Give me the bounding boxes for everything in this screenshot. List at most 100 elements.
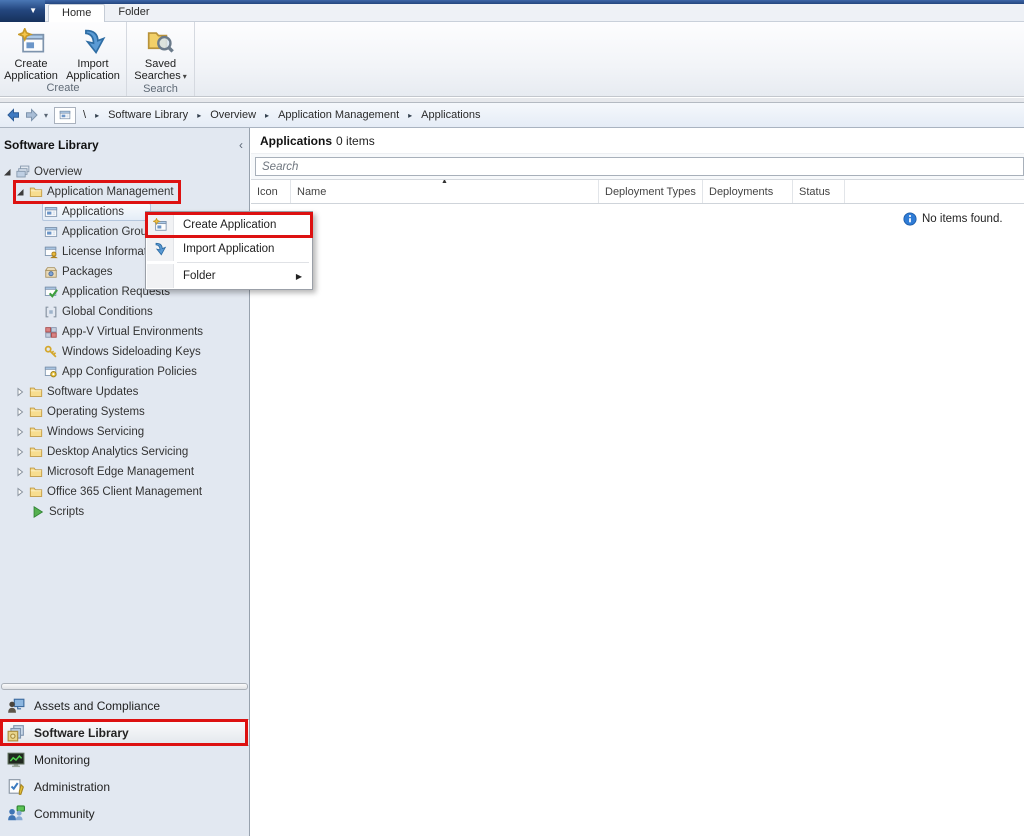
pane-title: Software Library bbox=[4, 138, 239, 152]
sort-ascending-icon: ▲ bbox=[441, 180, 448, 185]
application-icon bbox=[44, 205, 58, 219]
tree-item-office-365-client-management[interactable]: Office 365 Client Management bbox=[0, 482, 249, 502]
application-request-icon bbox=[44, 285, 58, 299]
assets-and-compliance-icon bbox=[7, 697, 25, 715]
results-count: 0 items bbox=[336, 134, 375, 148]
expanded-arrow-icon[interactable] bbox=[15, 187, 25, 197]
tree-item-app-v-virtual-environments[interactable]: App-V Virtual Environments bbox=[0, 322, 249, 342]
tree-item-app-configuration-policies[interactable]: App Configuration Policies bbox=[0, 362, 249, 382]
menu-icon-gutter bbox=[147, 264, 174, 288]
create-application-button[interactable]: CreateApplication bbox=[0, 26, 62, 82]
folder-icon bbox=[29, 445, 43, 459]
ribbon-group-create: CreateApplication ImportApplication Crea… bbox=[0, 22, 127, 96]
global-conditions-icon bbox=[44, 305, 58, 319]
tab-home[interactable]: Home bbox=[48, 4, 105, 22]
license-icon bbox=[44, 245, 58, 259]
collapsed-arrow-icon[interactable] bbox=[15, 467, 25, 477]
column-header-deployment-types[interactable]: Deployment Types bbox=[599, 180, 703, 203]
breadcrumb-separator-icon: ▸ bbox=[265, 111, 269, 120]
tree-item-microsoft-edge-management[interactable]: Microsoft Edge Management bbox=[0, 462, 249, 482]
saved-searches-button[interactable]: Saved Searches▾ bbox=[130, 26, 192, 83]
ribbon-group-search: Saved Searches▾ Search bbox=[127, 22, 195, 96]
app-menu-caret-icon: ▼ bbox=[29, 7, 37, 15]
tree-item-application-management[interactable]: Application Management bbox=[0, 182, 249, 202]
breadcrumb-item-software-library[interactable]: Software Library bbox=[108, 109, 188, 121]
submenu-arrow-icon: ▶ bbox=[296, 272, 311, 281]
software-library-icon bbox=[7, 724, 25, 742]
workspace-administration[interactable]: Administration bbox=[0, 773, 249, 800]
workspace-nav: Assets and Compliance Software Library M… bbox=[0, 692, 249, 836]
collapsed-arrow-icon[interactable] bbox=[15, 387, 25, 397]
folder-icon bbox=[29, 405, 43, 419]
tree-item-windows-sideloading-keys[interactable]: Windows Sideloading Keys bbox=[0, 342, 249, 362]
app-v-icon bbox=[44, 325, 58, 339]
collapsed-arrow-icon[interactable] bbox=[15, 487, 25, 497]
column-header-icon[interactable]: Icon bbox=[251, 180, 291, 203]
column-header-status[interactable]: Status bbox=[793, 180, 845, 203]
tab-folder[interactable]: Folder bbox=[105, 4, 162, 22]
column-header-row: Icon ▲ Name Deployment Types Deployments… bbox=[251, 180, 1024, 204]
results-title: Applications bbox=[260, 134, 332, 148]
workspace-assets-and-compliance[interactable]: Assets and Compliance bbox=[0, 692, 249, 719]
column-header-deployments[interactable]: Deployments bbox=[703, 180, 793, 203]
breadcrumb-root[interactable]: \ bbox=[83, 109, 86, 121]
collapsed-arrow-icon[interactable] bbox=[15, 427, 25, 437]
pane-splitter-handle[interactable] bbox=[1, 683, 248, 690]
key-icon bbox=[44, 345, 58, 359]
tree-item-operating-systems[interactable]: Operating Systems bbox=[0, 402, 249, 422]
package-icon bbox=[44, 265, 58, 279]
folder-icon bbox=[29, 185, 43, 199]
monitoring-icon bbox=[7, 751, 25, 769]
tree-item-software-updates[interactable]: Software Updates bbox=[0, 382, 249, 402]
context-menu-item-create-application[interactable]: Create Application bbox=[147, 213, 311, 237]
config-policy-icon bbox=[44, 365, 58, 379]
info-icon bbox=[903, 212, 917, 226]
context-menu-item-folder[interactable]: Folder ▶ bbox=[147, 264, 311, 288]
ribbon: CreateApplication ImportApplication Crea… bbox=[0, 22, 1024, 97]
tree-item-scripts[interactable]: Scripts bbox=[0, 502, 249, 522]
import-application-icon bbox=[80, 28, 107, 55]
context-menu: Create Application Import Application Fo… bbox=[145, 211, 313, 290]
saved-searches-icon bbox=[147, 28, 174, 55]
search-input[interactable] bbox=[255, 157, 1024, 176]
collapsed-arrow-icon[interactable] bbox=[15, 407, 25, 417]
menu-separator bbox=[177, 262, 309, 263]
folder-icon bbox=[29, 465, 43, 479]
tree-item-desktop-analytics-servicing[interactable]: Desktop Analytics Servicing bbox=[0, 442, 249, 462]
breadcrumb: \ ▸ Software Library ▸ Overview ▸ Applic… bbox=[83, 109, 480, 121]
forward-button[interactable] bbox=[24, 107, 40, 123]
tree-item-windows-servicing[interactable]: Windows Servicing bbox=[0, 422, 249, 442]
menu-icon-gutter bbox=[147, 237, 174, 261]
overview-icon bbox=[16, 165, 30, 179]
expanded-arrow-icon[interactable] bbox=[2, 167, 12, 177]
app-menu-button[interactable]: ▼ bbox=[0, 0, 45, 22]
empty-state-message: No items found. bbox=[903, 212, 1003, 226]
collapsed-arrow-icon[interactable] bbox=[15, 447, 25, 457]
menu-icon-gutter bbox=[147, 213, 174, 237]
breadcrumb-item-overview[interactable]: Overview bbox=[210, 109, 256, 121]
back-button[interactable] bbox=[5, 107, 21, 123]
history-dropdown-icon[interactable]: ▾ bbox=[44, 111, 48, 120]
ribbon-group-label-search: Search bbox=[127, 83, 194, 97]
scripts-icon bbox=[31, 505, 45, 519]
dropdown-caret-icon: ▾ bbox=[183, 72, 187, 81]
context-menu-item-import-application[interactable]: Import Application bbox=[147, 237, 311, 261]
workspace-software-library[interactable]: Software Library bbox=[0, 719, 249, 746]
column-header-name[interactable]: ▲ Name bbox=[291, 180, 599, 203]
workspace-monitoring[interactable]: Monitoring bbox=[0, 746, 249, 773]
collapse-pane-icon[interactable]: ‹ bbox=[239, 138, 243, 152]
ribbon-group-label-create: Create bbox=[0, 82, 126, 96]
import-application-button[interactable]: ImportApplication bbox=[62, 26, 124, 82]
create-application-icon bbox=[18, 28, 45, 55]
breadcrumb-separator-icon: ▸ bbox=[408, 111, 412, 120]
workspace-community[interactable]: Community bbox=[0, 800, 249, 827]
tree-item-overview[interactable]: Overview bbox=[0, 162, 249, 182]
breadcrumb-node-icon bbox=[54, 107, 76, 124]
breadcrumb-item-application-management[interactable]: Application Management bbox=[278, 109, 399, 121]
folder-icon bbox=[29, 385, 43, 399]
application-icon bbox=[44, 225, 58, 239]
import-application-icon bbox=[153, 242, 167, 256]
breadcrumb-item-applications[interactable]: Applications bbox=[421, 109, 480, 121]
breadcrumb-separator-icon: ▸ bbox=[95, 111, 99, 120]
tree-item-global-conditions[interactable]: Global Conditions bbox=[0, 302, 249, 322]
